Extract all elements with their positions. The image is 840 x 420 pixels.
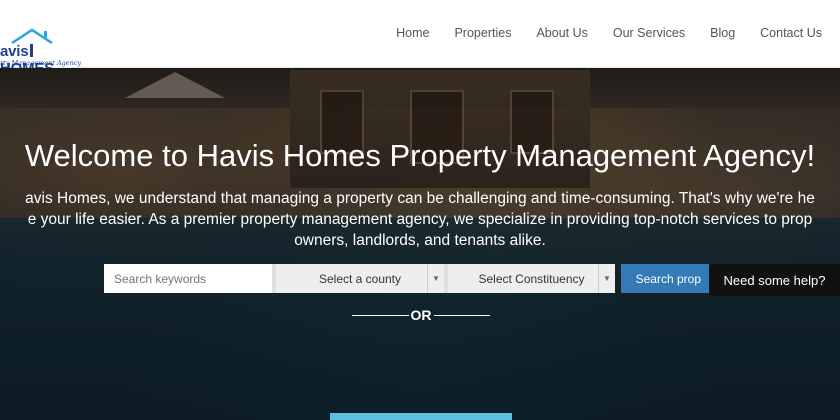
nav-about-us[interactable]: About Us <box>536 26 587 40</box>
cta-button[interactable] <box>330 413 512 420</box>
hero-intro-line: avis Homes, we understand that managing … <box>25 190 815 207</box>
or-divider-text: OR <box>410 307 432 323</box>
county-select[interactable]: Select a county ▼ <box>272 264 444 293</box>
nav-our-services[interactable]: Our Services <box>613 26 685 40</box>
nav-home[interactable]: Home <box>396 26 429 40</box>
need-help-chat-button[interactable]: Need some help? <box>709 264 840 296</box>
hero-intro-line: e your life easier. As a premier propert… <box>27 211 813 228</box>
constituency-select-label: Select Constituency <box>478 271 585 286</box>
county-select-label: Select a county <box>318 271 402 286</box>
search-button-label: Search prop <box>635 271 701 286</box>
site-header: avisHOMES perty Management Agency Home P… <box>0 0 840 77</box>
brand-name-part1: avis <box>0 43 29 60</box>
main-nav: Home Properties About Us Our Services Bl… <box>371 26 822 40</box>
hero-intro: avis Homes, we understand that managing … <box>0 188 840 251</box>
search-keywords-input[interactable] <box>104 264 272 293</box>
nav-blog[interactable]: Blog <box>710 26 735 40</box>
brand-divider <box>30 44 34 57</box>
nav-contact-us[interactable]: Contact Us <box>760 26 822 40</box>
or-divider: OR <box>352 307 490 323</box>
divider-line <box>433 314 490 316</box>
nav-properties[interactable]: Properties <box>454 26 511 40</box>
hero-intro-line: owners, landlords, and tenants alike. <box>294 232 546 249</box>
brand-logo[interactable]: avisHOMES perty Management Agency <box>0 26 84 77</box>
search-icon <box>631 278 632 279</box>
brand-tagline: perty Management Agency <box>0 59 82 67</box>
chevron-down-icon: ▼ <box>598 264 615 293</box>
property-search-form: Select a county ▼ Select Constituency ▼ … <box>104 264 709 293</box>
constituency-select[interactable]: Select Constituency ▼ <box>444 264 615 293</box>
hero-title: Welcome to Havis Homes Property Manageme… <box>24 138 816 173</box>
search-properties-button[interactable]: Search prop <box>621 264 709 293</box>
divider-line <box>352 314 409 316</box>
chevron-down-icon: ▼ <box>427 264 444 293</box>
house-roof-icon <box>11 28 53 44</box>
